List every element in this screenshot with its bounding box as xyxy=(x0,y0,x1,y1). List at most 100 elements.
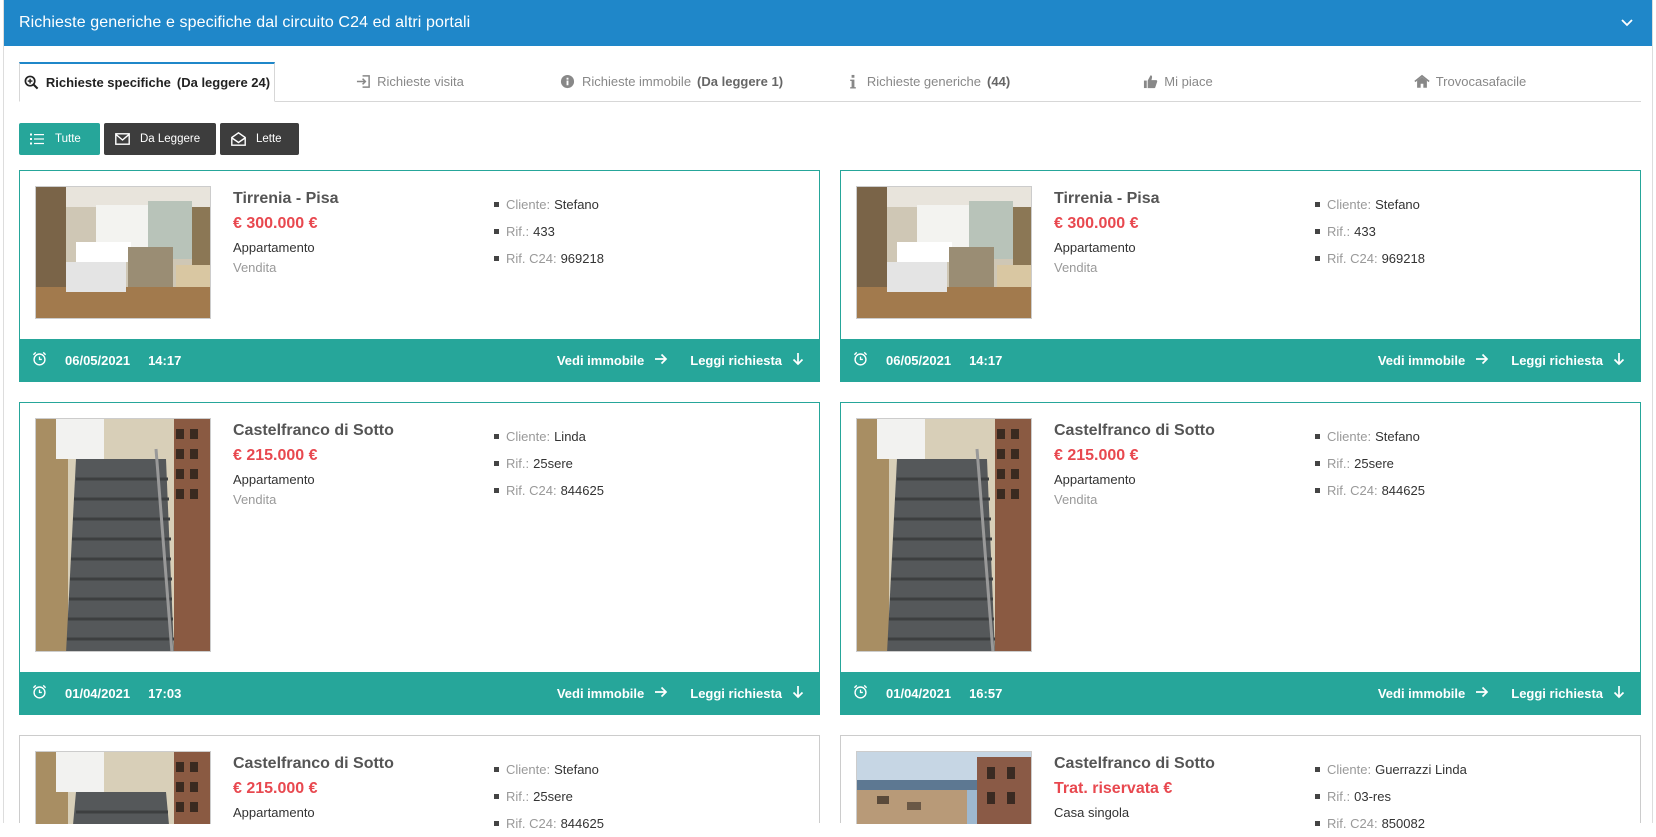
meta-cliente: Cliente: Stefano xyxy=(1315,423,1425,450)
property-city[interactable]: Tirrenia - Pisa xyxy=(1054,190,1160,208)
property-city[interactable]: Tirrenia - Pisa xyxy=(233,190,339,208)
meta-rif-c24: Rif. C24: 844625 xyxy=(494,477,604,504)
leggi-richiesta-link[interactable]: Leggi richiesta xyxy=(1511,685,1625,702)
list-icon xyxy=(29,131,45,147)
arrow-down-icon xyxy=(1613,352,1625,369)
property-info: Castelfranco di Sotto € 215.000 € Appart… xyxy=(1054,422,1215,507)
meta-cliente: Cliente: Stefano xyxy=(494,756,604,783)
rif-c24-value: 969218 xyxy=(560,251,604,266)
property-contract: Vendita xyxy=(1054,492,1098,507)
property-photo[interactable] xyxy=(856,186,1032,319)
envelope-open-icon xyxy=(230,131,246,147)
filter-label: Lette xyxy=(256,133,282,145)
property-type: Appartamento xyxy=(233,240,315,255)
request-date: 01/04/2021 xyxy=(65,685,131,701)
tab-badge: (Da leggere 1) xyxy=(697,74,784,89)
tab-richieste-immobile[interactable]: Richieste immobile (Da leggere 1) xyxy=(544,62,799,102)
meta-cliente: Cliente: Stefano xyxy=(494,191,604,218)
requests-panel: Richieste generiche e specifiche dal cir… xyxy=(3,0,1653,831)
property-photo[interactable] xyxy=(35,418,211,652)
property-photo[interactable] xyxy=(35,751,211,824)
property-price: Trat. riservata € xyxy=(1054,780,1173,797)
request-card: Castelfranco di Sotto € 215.000 € Appart… xyxy=(19,735,820,831)
vedi-immobile-link[interactable]: Vedi immobile xyxy=(557,686,668,701)
panel-header[interactable]: Richieste generiche e specifiche dal cir… xyxy=(4,0,1652,46)
vedi-immobile-link[interactable]: Vedi immobile xyxy=(557,353,668,368)
filter-tutte-button[interactable]: Tutte xyxy=(19,123,100,155)
property-type: Appartamento xyxy=(1054,240,1136,255)
info-circle-icon xyxy=(560,74,576,90)
tab-richieste-generiche[interactable]: Richieste generiche (44) xyxy=(799,62,1056,102)
property-photo[interactable] xyxy=(35,186,211,319)
property-photo[interactable] xyxy=(856,751,1032,824)
request-meta: Cliente: Stefano Rif.: 433 Rif. C24: 969218 xyxy=(494,191,604,272)
rif-value: 03-res xyxy=(1354,789,1391,804)
chevron-down-icon[interactable] xyxy=(1617,13,1637,33)
leggi-richiesta-link[interactable]: Leggi richiesta xyxy=(690,685,804,702)
client-name: Guerrazzi Linda xyxy=(1375,762,1467,777)
meta-rif: Rif.: 433 xyxy=(494,218,604,245)
meta-rif: Rif.: 03-res xyxy=(1315,783,1467,810)
request-datetime: 01/04/2021 16:57 xyxy=(853,684,1002,702)
client-name: Stefano xyxy=(1375,429,1420,444)
property-contract: Vendita xyxy=(233,260,277,275)
client-name: Stefano xyxy=(554,762,599,777)
arrow-right-icon xyxy=(654,686,668,701)
card-footer: 06/05/2021 14:17 Vedi immobile Leggi ric… xyxy=(20,339,819,381)
rif-c24-value: 844625 xyxy=(1381,483,1425,498)
leggi-richiesta-link[interactable]: Leggi richiesta xyxy=(690,352,804,369)
request-datetime: 06/05/2021 14:17 xyxy=(853,351,1002,369)
property-type: Appartamento xyxy=(1054,472,1136,487)
filter-label: Tutte xyxy=(55,133,81,145)
property-price: € 215.000 € xyxy=(233,447,318,464)
request-datetime: 01/04/2021 17:03 xyxy=(32,684,181,702)
meta-rif-c24: Rif. C24: 969218 xyxy=(494,245,604,272)
rif-value: 25sere xyxy=(1354,456,1394,471)
tab-label: Mi piace xyxy=(1164,74,1213,89)
rif-c24-value: 969218 xyxy=(1381,251,1425,266)
vedi-immobile-link[interactable]: Vedi immobile xyxy=(1378,353,1489,368)
meta-cliente: Cliente: Stefano xyxy=(1315,191,1425,218)
rif-value: 25sere xyxy=(533,789,573,804)
tab-mi-piace[interactable]: Mi piace xyxy=(1056,62,1299,102)
property-city[interactable]: Castelfranco di Sotto xyxy=(233,755,394,773)
property-city[interactable]: Castelfranco di Sotto xyxy=(1054,755,1215,773)
property-contract: Vendita xyxy=(1054,260,1098,275)
arrow-down-icon xyxy=(792,352,804,369)
client-name: Linda xyxy=(554,429,586,444)
request-time: 16:57 xyxy=(969,685,1003,701)
meta-rif-c24: Rif. C24: 850082 xyxy=(1315,810,1467,837)
request-meta: Cliente: Stefano Rif.: 25sere Rif. C24: 844… xyxy=(494,756,604,837)
filter-label: Da Leggere xyxy=(140,133,201,145)
rif-c24-value: 850082 xyxy=(1381,816,1425,831)
arrow-right-icon xyxy=(654,353,668,368)
request-tabs: Richieste specifiche (Da leggere 24) Ric… xyxy=(19,62,1641,102)
property-photo[interactable] xyxy=(856,418,1032,652)
rif-c24-value: 844625 xyxy=(560,816,604,831)
property-contract: Vendita xyxy=(233,492,277,507)
filter-lette-button[interactable]: Lette xyxy=(220,123,299,155)
tab-richieste-visita[interactable]: Richieste visita xyxy=(275,62,544,102)
property-city[interactable]: Castelfranco di Sotto xyxy=(233,422,394,440)
info-icon xyxy=(845,74,861,90)
property-price: € 215.000 € xyxy=(1054,447,1139,464)
request-meta: Cliente: Guerrazzi Linda Rif.: 03-res Rif.… xyxy=(1315,756,1467,837)
property-city[interactable]: Castelfranco di Sotto xyxy=(1054,422,1215,440)
meta-rif: Rif.: 25sere xyxy=(1315,450,1425,477)
thumbs-up-icon xyxy=(1142,74,1158,90)
meta-rif: Rif.: 25sere xyxy=(494,783,604,810)
property-info: Castelfranco di Sotto € 215.000 € Appart… xyxy=(233,755,394,820)
request-date: 06/05/2021 xyxy=(65,352,131,368)
request-card: Castelfranco di Sotto Trat. riservata € … xyxy=(840,735,1641,831)
vedi-immobile-link[interactable]: Vedi immobile xyxy=(1378,686,1489,701)
tab-richieste-specifiche[interactable]: Richieste specifiche (Da leggere 24) xyxy=(19,62,275,102)
tab-label: Trovocasafacile xyxy=(1435,74,1527,89)
tab-trovocasafacile[interactable]: Trovocasafacile xyxy=(1299,62,1641,102)
request-card: Tirrenia - Pisa € 300.000 € Appartamento… xyxy=(19,170,820,382)
property-price: € 215.000 € xyxy=(233,780,318,797)
property-price: € 300.000 € xyxy=(233,215,318,232)
leggi-richiesta-link[interactable]: Leggi richiesta xyxy=(1511,352,1625,369)
filter-da-leggere-button[interactable]: Da Leggere xyxy=(104,123,216,155)
property-price: € 300.000 € xyxy=(1054,215,1139,232)
property-type: Appartamento xyxy=(233,805,315,820)
